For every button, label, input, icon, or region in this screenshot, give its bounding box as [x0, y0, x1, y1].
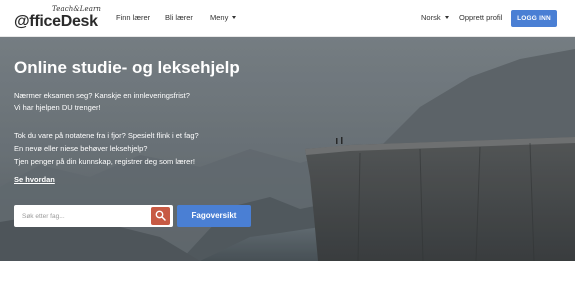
logo[interactable]: Teach&Learn @fficeDesk — [14, 5, 102, 31]
logo-name: @fficeDesk — [14, 13, 98, 30]
chevron-down-icon — [444, 16, 449, 19]
top-navbar: Teach&Learn @fficeDesk Finn lærer Bli læ… — [0, 0, 575, 37]
chevron-down-icon — [232, 16, 237, 19]
nav-menu-label: Meny — [210, 13, 229, 22]
nav-menu-dropdown[interactable]: Meny — [210, 13, 237, 22]
hero-text-line: Vi har hjelpen DU trenger! — [14, 103, 101, 112]
nav-link-bli-laerer[interactable]: Bli lærer — [165, 13, 193, 22]
create-profile-link[interactable]: Opprett profil — [459, 13, 502, 22]
hero-section: Online studie- og leksehjelp Nærmer eksa… — [0, 37, 575, 261]
search-icon — [155, 210, 166, 221]
nav-link-finn-laerer[interactable]: Finn lærer — [116, 13, 150, 22]
hero-text-line: Nærmer eksamen seg? Kanskje en innleveri… — [14, 91, 190, 100]
hero-text-line: En nevø eller niese behøver leksehjelp? — [14, 144, 148, 153]
hero-text-line: Tok du vare på notatene fra i fjor? Spes… — [14, 131, 199, 140]
language-label: Norsk — [421, 13, 441, 22]
language-selector[interactable]: Norsk — [421, 13, 449, 22]
subject-search — [14, 205, 173, 227]
hero-title: Online studie- og leksehjelp — [14, 58, 240, 77]
hero-text-line: Tjen penger på din kunnskap, registrer d… — [14, 157, 195, 166]
subject-search-input[interactable] — [14, 205, 151, 227]
see-how-link[interactable]: Se hvordan — [14, 175, 55, 184]
login-button[interactable]: LOGG INN — [511, 10, 557, 27]
search-button[interactable] — [151, 207, 170, 225]
subjects-overview-button[interactable]: Fagoversikt — [177, 205, 251, 227]
logo-tagline: Teach&Learn — [52, 5, 102, 13]
